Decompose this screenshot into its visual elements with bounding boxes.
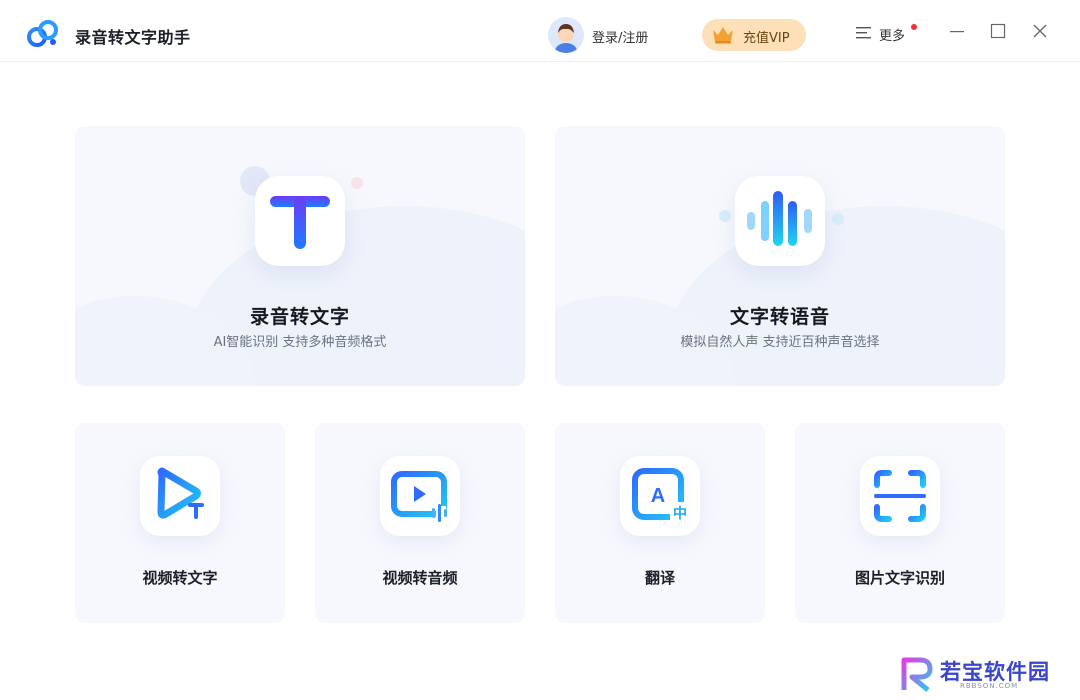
login-register-link[interactable]: 登录/注册 bbox=[592, 27, 648, 46]
svg-text:A: A bbox=[651, 485, 665, 507]
translate-icon: A 中 bbox=[620, 456, 700, 536]
title-bar: 录音转文字助手 登录/注册 充值VIP 更多 bbox=[0, 0, 1080, 62]
video-to-text-card[interactable]: 视频转文字 bbox=[75, 423, 285, 623]
maximize-icon[interactable] bbox=[990, 23, 1006, 39]
user-avatar[interactable] bbox=[548, 17, 584, 53]
video-to-audio-card[interactable]: 视频转音频 bbox=[315, 423, 525, 623]
notification-dot bbox=[911, 24, 917, 30]
video-to-audio-icon bbox=[380, 456, 460, 536]
video-to-text-icon bbox=[140, 456, 220, 536]
text-to-speech-card[interactable]: 文字转语音 模拟自然人声 支持近百种声音选择 bbox=[555, 126, 1005, 386]
translate-card[interactable]: A 中 翻译 bbox=[555, 423, 765, 623]
watermark-subtext: RBBSON.COM bbox=[960, 682, 1019, 690]
card-title: 翻译 bbox=[644, 569, 675, 587]
app-title: 录音转文字助手 bbox=[75, 28, 191, 47]
sound-wave-icon bbox=[735, 176, 825, 266]
card-title: 视频转音频 bbox=[382, 569, 458, 587]
card-subtitle: AI智能识别 支持多种音频格式 bbox=[213, 335, 387, 350]
vip-label: 充值VIP bbox=[743, 31, 790, 46]
image-ocr-card[interactable]: 图片文字识别 bbox=[795, 423, 1005, 623]
card-title: 录音转文字 bbox=[249, 306, 350, 328]
watermark-r-icon bbox=[901, 657, 933, 692]
menu-icon bbox=[856, 27, 871, 39]
vip-recharge-button[interactable]: 充值VIP bbox=[702, 19, 806, 51]
text-t-icon bbox=[255, 176, 345, 266]
minimize-icon[interactable] bbox=[949, 23, 965, 39]
scan-ocr-icon bbox=[860, 456, 940, 536]
more-label: 更多 bbox=[879, 29, 906, 44]
card-title: 图片文字识别 bbox=[854, 569, 945, 587]
watermark-logo: 若宝软件园 RBBSON.COM bbox=[896, 650, 1076, 696]
card-subtitle: 模拟自然人声 支持近百种声音选择 bbox=[680, 335, 880, 350]
card-title: 视频转文字 bbox=[142, 569, 218, 587]
cloud-logo-icon bbox=[27, 20, 58, 47]
close-icon[interactable] bbox=[1032, 23, 1048, 39]
crown-icon bbox=[713, 27, 733, 44]
audio-to-text-card[interactable]: 录音转文字 AI智能识别 支持多种音频格式 bbox=[75, 126, 525, 386]
card-title: 文字转语音 bbox=[729, 306, 830, 328]
svg-text:中: 中 bbox=[673, 505, 687, 522]
